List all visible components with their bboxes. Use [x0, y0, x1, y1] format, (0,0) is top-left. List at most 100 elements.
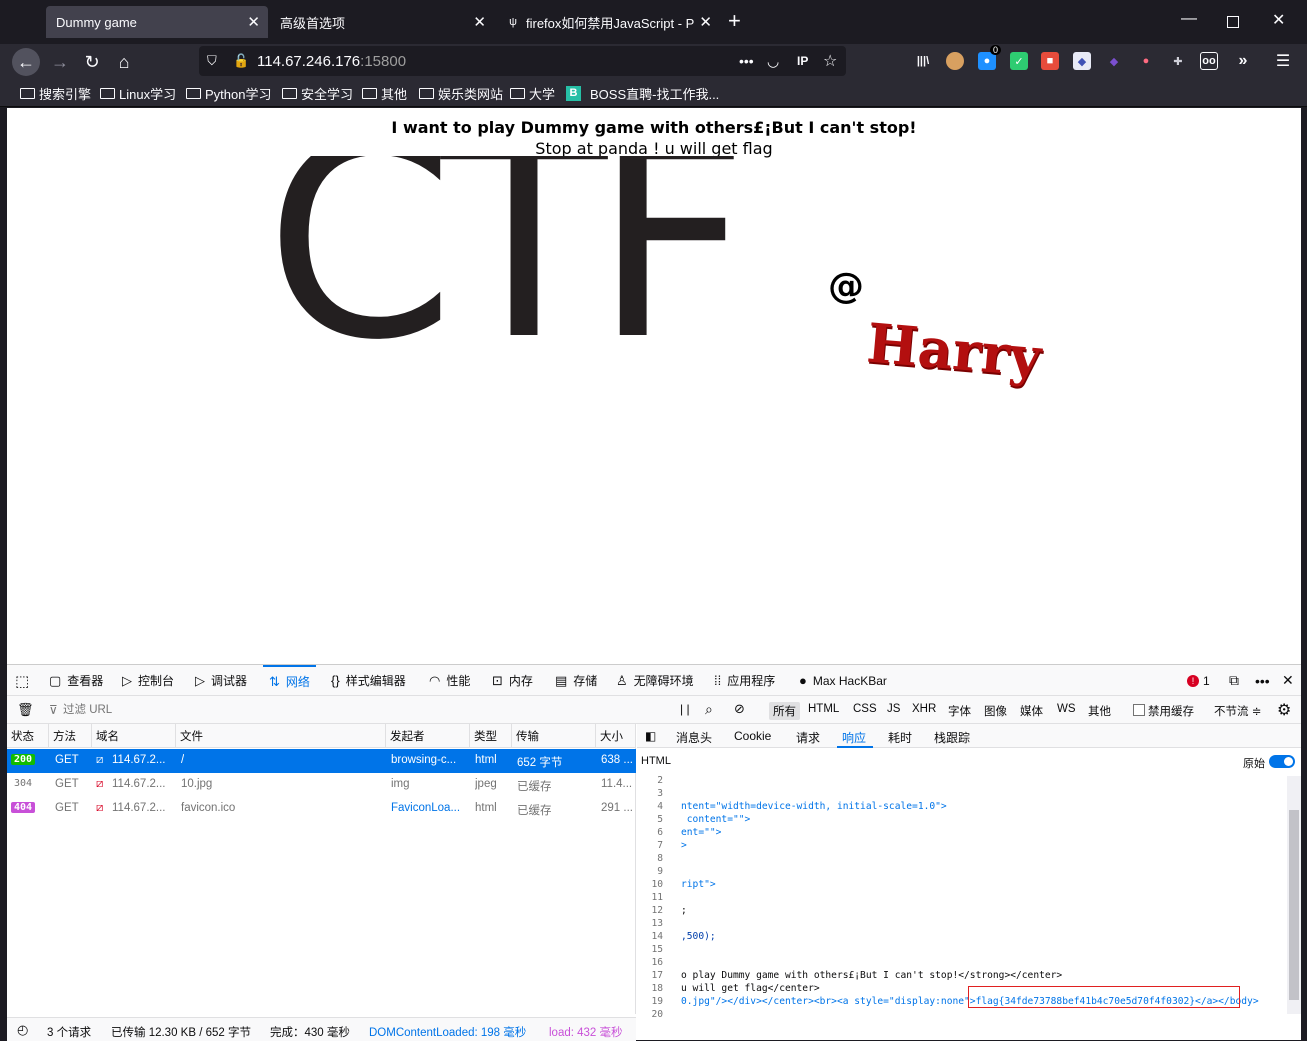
raw-toggle[interactable]: [1269, 755, 1295, 768]
table-row[interactable]: 404 GET ⧄ 114.67.2... favicon.ico Favico…: [7, 797, 636, 821]
shield-icon[interactable]: ⛉: [207, 53, 217, 69]
element-picker-icon[interactable]: ⬚: [15, 665, 29, 696]
cube-extension-icon[interactable]: ◆: [1105, 52, 1123, 70]
reload-icon[interactable]: ↻: [78, 48, 106, 76]
disable-cache-label[interactable]: 禁用缓存: [1148, 703, 1194, 719]
bookmark-folder[interactable]: 安全学习: [282, 84, 353, 103]
request-count: 3 个请求: [47, 1027, 92, 1039]
maximize-icon[interactable]: [1227, 16, 1239, 28]
col-transfer[interactable]: 传输: [512, 724, 596, 748]
filter-ws[interactable]: WS: [1057, 703, 1076, 715]
tab-application[interactable]: ⁞⁞ 应用程序: [714, 665, 775, 696]
bookmark-folder[interactable]: 其他: [362, 84, 407, 103]
back-icon[interactable]: ←: [12, 48, 40, 76]
pocket-icon[interactable]: ◡: [767, 53, 779, 70]
table-row[interactable]: 304 GET ⧄ 114.67.2... 10.jpg img jpeg 已缓…: [7, 773, 636, 797]
avatar-extension-icon[interactable]: [946, 52, 964, 70]
tab-console[interactable]: ▷ 控制台: [122, 665, 174, 696]
bookmark-folder[interactable]: 搜索引擎: [20, 84, 91, 103]
bookmark-boss[interactable]: B BOSS直聘-找工作我...: [566, 84, 719, 103]
close-icon[interactable]: ✕: [699, 13, 712, 31]
tab-dummy-game[interactable]: Dummy game ✕: [46, 6, 268, 38]
filter-media[interactable]: 媒体: [1020, 703, 1043, 719]
table-row[interactable]: 200 GET ⧄ 114.67.2... / browsing-c... ht…: [7, 749, 636, 773]
settings-gear-icon[interactable]: ⚙: [1277, 700, 1291, 720]
error-indicator[interactable]: ! 1: [1187, 665, 1210, 696]
menu-icon[interactable]: ☰: [1274, 52, 1292, 70]
close-devtools-icon[interactable]: ✕: [1282, 665, 1294, 696]
tab-debugger[interactable]: ▷ 调试器: [195, 665, 247, 696]
close-icon[interactable]: ✕: [247, 13, 260, 31]
filter-fonts[interactable]: 字体: [948, 703, 971, 719]
location-extension-icon[interactable]: ●: [1137, 52, 1155, 70]
tab-cookie[interactable]: Cookie: [734, 729, 771, 743]
filter-url-input[interactable]: [63, 701, 623, 719]
page-actions-icon[interactable]: •••: [739, 53, 754, 69]
more-options-icon[interactable]: •••: [1255, 665, 1270, 696]
disable-cache-checkbox[interactable]: [1133, 704, 1145, 716]
tab-style-editor[interactable]: {} 样式编辑器: [331, 665, 406, 696]
pause-icon[interactable]: | |: [680, 702, 690, 716]
close-window-icon[interactable]: ✕: [1272, 10, 1285, 30]
bookmark-folder[interactable]: Linux学习: [100, 84, 176, 103]
trash-icon[interactable]: 🗑: [17, 702, 34, 718]
col-initiator[interactable]: 发起者: [386, 724, 470, 748]
col-type[interactable]: 类型: [470, 724, 512, 748]
tab-inspector[interactable]: ▢ 查看器: [49, 665, 103, 696]
filter-js[interactable]: JS: [887, 703, 900, 715]
library-icon[interactable]: |||\: [914, 52, 932, 70]
filter-other[interactable]: 其他: [1088, 703, 1111, 719]
block-icon[interactable]: ⊘: [734, 701, 745, 717]
tab-stack-trace[interactable]: 栈跟踪: [934, 729, 970, 746]
puzzle-extension-icon[interactable]: ✚: [1169, 52, 1187, 70]
scrollbar-thumb[interactable]: [1289, 810, 1299, 1000]
close-icon[interactable]: ✕: [473, 13, 486, 31]
tab-performance[interactable]: ◠ 性能: [429, 665, 470, 696]
filter-css[interactable]: CSS: [853, 703, 877, 715]
url-bar[interactable]: ⛉ 🔓 114.67.246.176:15800 ••• ◡ IP ☆: [199, 46, 846, 76]
search-icon[interactable]: ⌕: [705, 701, 713, 718]
hackbar-extension-icon[interactable]: oo: [1200, 52, 1218, 70]
status-badge: 200: [11, 754, 36, 765]
filter-images[interactable]: 图像: [984, 703, 1007, 719]
url-text[interactable]: 114.67.246.176:15800: [257, 53, 406, 70]
filter-xhr[interactable]: XHR: [912, 703, 936, 715]
tab-max-hackbar[interactable]: ● Max HacKBar: [799, 665, 887, 696]
toggle-sidebar-icon[interactable]: ◧: [645, 729, 656, 743]
col-status[interactable]: 状态: [7, 724, 49, 748]
vertical-scrollbar[interactable]: [1287, 776, 1301, 1014]
new-tab-icon[interactable]: +: [728, 8, 741, 34]
dock-icon[interactable]: ⧉: [1229, 665, 1239, 696]
tab-advanced-prefs[interactable]: 高级首选项 ✕: [270, 6, 494, 38]
tab-memory[interactable]: ⊡ 内存: [492, 665, 533, 696]
col-method[interactable]: 方法: [49, 724, 92, 748]
tab-accessibility[interactable]: ♙ 无障碍环境: [616, 665, 694, 696]
overflow-chevron-icon[interactable]: »: [1234, 52, 1252, 70]
filter-html[interactable]: HTML: [808, 703, 839, 715]
shield-extension-icon[interactable]: ✓: [1010, 52, 1028, 70]
tab-headers[interactable]: 消息头: [676, 729, 712, 746]
tab-network[interactable]: ⇅ 网络: [263, 665, 316, 696]
dev-extension-icon[interactable]: ◆: [1073, 52, 1091, 70]
minimize-icon[interactable]: —: [1181, 10, 1197, 28]
bookmark-star-icon[interactable]: ☆: [823, 51, 837, 71]
filter-all[interactable]: 所有: [769, 702, 800, 720]
bookmark-folder[interactable]: 大学: [510, 84, 555, 103]
insecure-lock-icon[interactable]: 🔓: [233, 53, 249, 69]
adblock-icon[interactable]: ■: [1041, 52, 1059, 70]
tab-response[interactable]: 响应: [842, 729, 866, 746]
col-domain[interactable]: 域名: [92, 724, 176, 748]
col-size[interactable]: 大小: [596, 724, 636, 748]
forward-icon[interactable]: →: [46, 48, 74, 76]
tab-request[interactable]: 请求: [796, 729, 820, 746]
home-icon[interactable]: ⌂: [110, 48, 138, 76]
ip-label[interactable]: IP: [797, 54, 808, 68]
tab-storage[interactable]: ▤ 存储: [555, 665, 597, 696]
tab-title: Dummy game: [56, 14, 137, 30]
throttle-select[interactable]: 不节流 ≑: [1214, 703, 1261, 719]
tab-timings[interactable]: 耗时: [888, 729, 912, 746]
col-file[interactable]: 文件: [176, 724, 386, 748]
tab-firefox-js[interactable]: ψ firefox如何禁用JavaScript - P ✕: [496, 6, 720, 38]
bookmark-folder[interactable]: 娱乐类网站: [419, 84, 503, 103]
bookmark-folder[interactable]: Python学习: [186, 84, 271, 103]
